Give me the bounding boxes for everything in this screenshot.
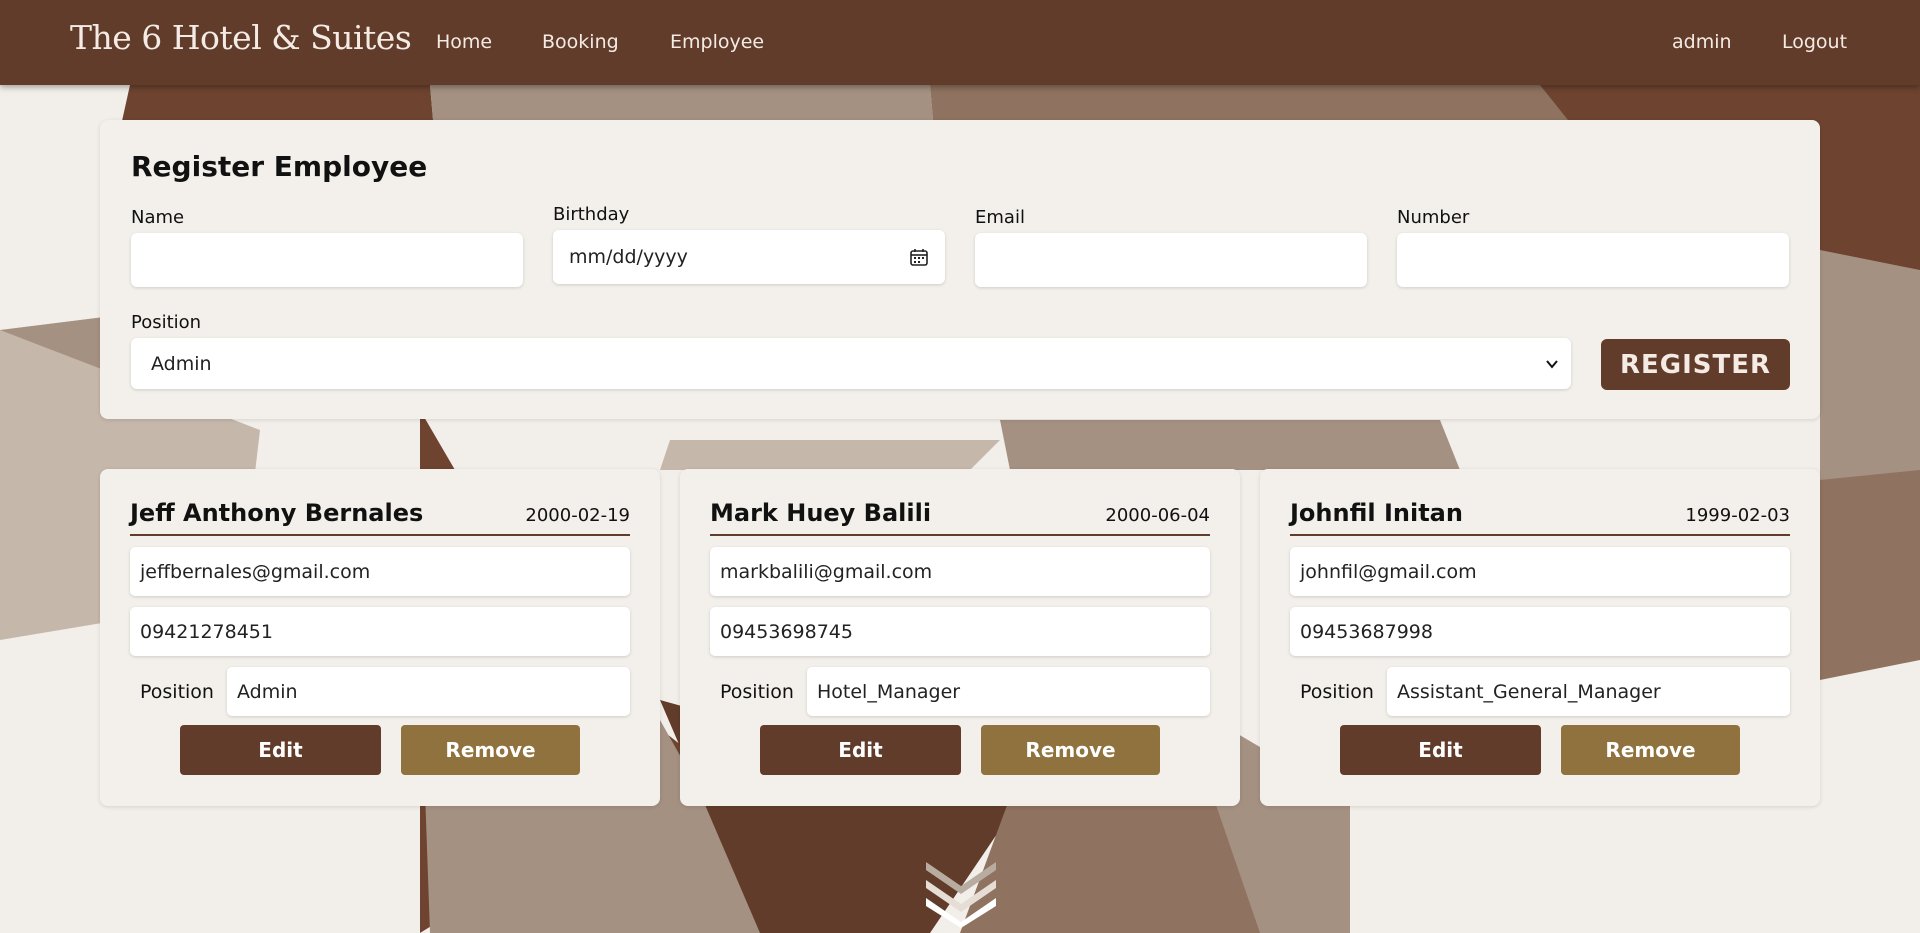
remove-button[interactable]: Remove bbox=[1561, 725, 1740, 775]
divider bbox=[1290, 534, 1790, 536]
employee-name: Johnfil Initan bbox=[1290, 499, 1463, 527]
remove-button[interactable]: Remove bbox=[981, 725, 1160, 775]
edit-button[interactable]: Edit bbox=[180, 725, 381, 775]
number-input[interactable] bbox=[1397, 233, 1789, 287]
nav-user[interactable]: admin bbox=[1672, 31, 1732, 53]
employee-email-field[interactable]: markbalili@gmail.com bbox=[710, 547, 1210, 596]
register-employee-form: Register Employee Name Birthday mm/dd/yy… bbox=[100, 120, 1820, 419]
employee-name: Mark Huey Balili bbox=[710, 499, 932, 527]
employee-birthday: 2000-02-19 bbox=[525, 505, 630, 526]
nav-logout[interactable]: Logout bbox=[1782, 31, 1847, 53]
employee-position-field[interactable]: Hotel_Manager bbox=[807, 667, 1210, 716]
nav-employee[interactable]: Employee bbox=[670, 31, 764, 53]
double-chevron-down-icon[interactable] bbox=[922, 858, 1000, 928]
edit-button[interactable]: Edit bbox=[1340, 725, 1541, 775]
employee-number-field[interactable]: 09421278451 bbox=[130, 607, 630, 656]
employee-number-field[interactable]: 09453698745 bbox=[710, 607, 1210, 656]
remove-button[interactable]: Remove bbox=[401, 725, 580, 775]
email-input[interactable] bbox=[975, 233, 1367, 287]
employee-card: Johnfil Initan 1999-02-03 johnfil@gmail.… bbox=[1260, 469, 1820, 806]
name-input[interactable] bbox=[131, 233, 523, 287]
birthday-input[interactable]: mm/dd/yyyy bbox=[553, 230, 945, 284]
position-label: Position bbox=[131, 312, 202, 333]
form-title: Register Employee bbox=[131, 150, 428, 183]
employee-position-label: Position bbox=[720, 681, 794, 703]
divider bbox=[130, 534, 630, 536]
position-selected: Admin bbox=[151, 352, 212, 375]
employee-position-label: Position bbox=[1300, 681, 1374, 703]
divider bbox=[710, 534, 1210, 536]
birthday-label: Birthday bbox=[553, 204, 630, 225]
number-label: Number bbox=[1397, 207, 1470, 228]
name-label: Name bbox=[131, 207, 185, 228]
calendar-icon[interactable] bbox=[909, 247, 929, 267]
nav-home[interactable]: Home bbox=[436, 31, 492, 53]
employee-position-label: Position bbox=[140, 681, 214, 703]
edit-button[interactable]: Edit bbox=[760, 725, 961, 775]
employee-card: Mark Huey Balili 2000-06-04 markbalili@g… bbox=[680, 469, 1240, 806]
birthday-placeholder: mm/dd/yyyy bbox=[569, 246, 688, 268]
employee-number-field[interactable]: 09453687998 bbox=[1290, 607, 1790, 656]
employee-position-field[interactable]: Assistant_General_Manager bbox=[1387, 667, 1790, 716]
email-label: Email bbox=[975, 207, 1025, 228]
position-select[interactable]: Admin bbox=[131, 338, 1571, 389]
nav-booking[interactable]: Booking bbox=[542, 31, 619, 53]
employee-position-field[interactable]: Admin bbox=[227, 667, 630, 716]
employee-email-field[interactable]: jeffbernales@gmail.com bbox=[130, 547, 630, 596]
employee-name: Jeff Anthony Bernales bbox=[130, 499, 424, 527]
employee-birthday: 1999-02-03 bbox=[1685, 505, 1790, 526]
employee-email-field[interactable]: johnfil@gmail.com bbox=[1290, 547, 1790, 596]
register-button[interactable]: REGISTER bbox=[1601, 339, 1790, 390]
chevron-down-icon bbox=[1546, 360, 1558, 369]
employee-birthday: 2000-06-04 bbox=[1105, 505, 1210, 526]
brand-logo[interactable]: The 6 Hotel & Suites bbox=[70, 18, 412, 57]
top-navbar: The 6 Hotel & Suites Home Booking Employ… bbox=[0, 0, 1920, 85]
employee-card: Jeff Anthony Bernales 2000-02-19 jeffber… bbox=[100, 469, 660, 806]
